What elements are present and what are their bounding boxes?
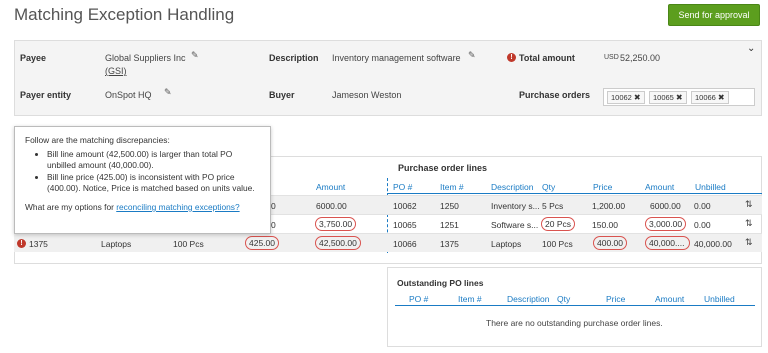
empty-state-message: There are no outstanding purchase order … (486, 318, 663, 328)
bill-cell: 0 (271, 201, 276, 211)
total-currency: USD (604, 54, 619, 61)
out-col-header-item[interactable]: Item # (458, 294, 482, 304)
col-header-unbilled[interactable]: Unbilled (695, 182, 726, 192)
col-header-price[interactable]: Price (593, 182, 612, 192)
qty-cell: 5 Pcs (542, 201, 564, 211)
send-for-approval-button[interactable]: Send for approval (668, 4, 760, 26)
tooltip-intro: Follow are the matching discrepancies: (25, 135, 170, 145)
col-header-po[interactable]: PO # (393, 182, 412, 192)
bill-description-cell: Laptops (101, 239, 132, 249)
bill-qty-cell: 100 Pcs (173, 239, 204, 249)
outstanding-title: Outstanding PO lines (397, 278, 484, 288)
amount-cell: 6000.00 (650, 201, 681, 211)
col-header-item[interactable]: Item # (440, 182, 464, 192)
item-cell: 1251 (440, 220, 459, 230)
remove-chip-icon[interactable]: ✖ (676, 93, 683, 102)
remove-chip-icon[interactable]: ✖ (718, 93, 725, 102)
unbilled-cell: 0.00 (694, 220, 711, 230)
tooltip-question: What are my options for reconciling matc… (25, 202, 260, 213)
out-col-header-amount[interactable]: Amount (655, 294, 684, 304)
unmatch-icon[interactable]: ⇅ (745, 237, 753, 248)
po-chip[interactable]: 10065 ✖ (649, 91, 687, 104)
po-cell: 10066 (393, 239, 417, 249)
tooltip-question-text: What are my options for (25, 202, 117, 212)
error-icon: ! (17, 239, 26, 248)
payee-label: Payee (20, 53, 47, 63)
col-header-amount[interactable]: Amount (645, 182, 674, 192)
po-cell: 10065 (393, 220, 417, 230)
price-cell: 150.00 (592, 220, 618, 230)
po-chip-label: 10062 (611, 93, 632, 102)
item-cell: 1375 (440, 239, 459, 249)
bill-line-cell: 1375 (29, 239, 48, 249)
out-col-header-price[interactable]: Price (606, 294, 625, 304)
description-cell: Laptops (491, 239, 522, 249)
unmatch-icon[interactable]: ⇅ (745, 218, 753, 229)
price-cell: 1,200.00 (592, 201, 626, 211)
amount-cell-error: 40,000.... (645, 236, 690, 250)
description-label: Description (269, 53, 319, 63)
payer-entity-value: OnSpot HQ (105, 90, 152, 100)
payee-value: Global Suppliers Inc (105, 53, 186, 63)
payer-entity-label: Payer entity (20, 90, 72, 100)
po-chip-label: 10065 (653, 93, 674, 102)
payee-code: (GSI) (105, 66, 127, 76)
out-col-header-description[interactable]: Description (507, 294, 550, 304)
unbilled-cell: 0.00 (694, 201, 711, 211)
edit-payee-pencil-icon[interactable]: ✎ (191, 51, 200, 60)
edit-description-pencil-icon[interactable]: ✎ (468, 51, 477, 60)
out-col-header-po[interactable]: PO # (409, 294, 428, 304)
bill-amount-cell-error: 42,500.00 (315, 236, 361, 250)
out-col-header-unbilled[interactable]: Unbilled (704, 294, 735, 304)
purchase-orders-input[interactable]: 10062 ✖ 10065 ✖ 10066 ✖ (603, 88, 755, 106)
description-value: Inventory management software (332, 53, 461, 63)
total-amount-label: Total amount (519, 53, 575, 63)
col-header-description[interactable]: Description (491, 182, 534, 192)
col-header-qty[interactable]: Qty (542, 182, 555, 192)
out-col-header-qty[interactable]: Qty (557, 294, 570, 304)
description-cell: Software s... (491, 220, 539, 230)
amount-cell-error: 3,000.00 (645, 217, 687, 231)
discrepancy-tooltip: Follow are the matching discrepancies: B… (14, 126, 271, 234)
qty-cell: 100 Pcs (542, 239, 573, 249)
po-chip[interactable]: 10062 ✖ (607, 91, 645, 104)
reconcile-help-link[interactable]: reconciling matching exceptions? (116, 202, 239, 212)
col-header-bill-amount[interactable]: Amount (316, 182, 345, 192)
po-lines-section-title: Purchase order lines (398, 163, 488, 173)
remove-chip-icon[interactable]: ✖ (634, 93, 641, 102)
unmatch-icon[interactable]: ⇅ (745, 199, 753, 210)
out-header-underline (395, 305, 755, 306)
error-icon: ! (507, 53, 516, 62)
discrepancy-item: Bill line price (425.00) is inconsistent… (47, 172, 260, 194)
bill-amount-cell: 6000.00 (316, 201, 347, 211)
discrepancy-list: Bill line amount (42,500.00) is larger t… (47, 149, 260, 194)
edit-payer-pencil-icon[interactable]: ✎ (164, 88, 173, 97)
po-header-underline (387, 193, 762, 194)
po-chip[interactable]: 10066 ✖ (691, 91, 729, 104)
unbilled-cell: 40,000.00 (694, 239, 732, 249)
bill-cell: 0 (271, 220, 276, 230)
discrepancy-item: Bill line amount (42,500.00) is larger t… (47, 149, 260, 171)
description-cell: Inventory s... (491, 201, 540, 211)
table-row[interactable]: ! 1375 Laptops 100 Pcs 425.00 42,500.00 … (14, 233, 762, 252)
po-chip-label: 10066 (695, 93, 716, 102)
qty-cell-error: 20 Pcs (541, 217, 575, 231)
buyer-value: Jameson Weston (332, 90, 402, 100)
buyer-label: Buyer (269, 90, 295, 100)
price-cell-error: 400.00 (593, 236, 627, 250)
bill-amount-cell-error: 3,750.00 (315, 217, 357, 231)
total-amount-value: 52,250.00 (620, 53, 661, 63)
item-cell: 1250 (440, 201, 459, 211)
bill-price-cell-error: 425.00 (245, 236, 279, 250)
page-title: Matching Exception Handling (14, 5, 235, 24)
po-cell: 10062 (393, 201, 417, 211)
chevron-down-icon[interactable]: ⌄ (747, 43, 755, 54)
purchase-orders-label: Purchase orders (519, 90, 591, 100)
